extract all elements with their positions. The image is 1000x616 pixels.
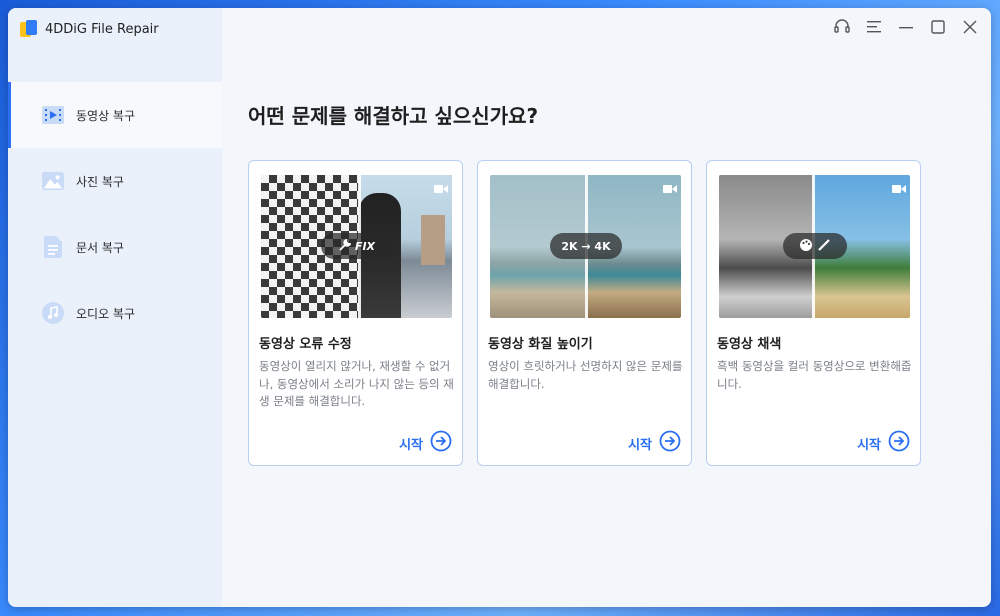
start-button[interactable]: 시작: [857, 430, 910, 456]
colorize-overlay-badge: [783, 233, 847, 259]
card-description: 영상이 흐릿하거나 선명하지 않은 문제를 해결합니다.: [488, 359, 683, 391]
start-button[interactable]: 시작: [628, 430, 681, 456]
overlay-text: FIX: [354, 239, 376, 253]
maximize-icon[interactable]: [929, 18, 947, 36]
photo-icon: [42, 170, 64, 192]
app-window: 4DDiG File Repair 동영상 복구 사진 복구 문서 복구 오디오…: [8, 8, 991, 607]
arrow-right-circle-icon: [430, 430, 452, 456]
sidebar-item-label: 문서 복구: [76, 240, 124, 255]
card-video-colorize[interactable]: 동영상 채색 흑백 동영상을 컬러 동영상으로 변환해줍니다. 시작: [706, 160, 921, 466]
start-button[interactable]: 시작: [399, 430, 452, 456]
card-thumbnail: 2K → 4K: [490, 175, 681, 318]
arrow-right-circle-icon: [888, 430, 910, 456]
sidebar-item-label: 사진 복구: [76, 174, 124, 189]
card-video-enhance[interactable]: 2K → 4K 동영상 화질 높이기 영상이 흐릿하거나 선명하지 않은 문제를…: [477, 160, 692, 466]
sidebar-item-audio-repair[interactable]: 오디오 복구: [8, 280, 222, 346]
sidebar-item-label: 오디오 복구: [76, 306, 136, 321]
card-description: 흑백 동영상을 컬러 동영상으로 변환해줍니다.: [717, 359, 912, 391]
card-title: 동영상 화질 높이기: [488, 337, 593, 352]
sidebar-item-photo-repair[interactable]: 사진 복구: [8, 148, 222, 214]
resolution-overlay-badge: 2K → 4K: [550, 233, 622, 259]
fix-overlay-badge: FIX: [321, 233, 393, 259]
video-camera-icon: [434, 179, 448, 193]
arrow-right-circle-icon: [659, 430, 681, 456]
app-title: 4DDiG File Repair: [20, 20, 159, 38]
support-headset-icon[interactable]: [833, 18, 851, 36]
document-icon: [42, 236, 64, 258]
sidebar-item-label: 동영상 복구: [76, 108, 136, 123]
card-title: 동영상 오류 수정: [259, 337, 352, 352]
card-thumbnail: FIX: [261, 175, 452, 318]
sidebar: 4DDiG File Repair 동영상 복구 사진 복구 문서 복구 오디오…: [8, 8, 222, 607]
wrench-icon: [339, 238, 352, 254]
video-icon: [42, 104, 64, 126]
brush-icon: [817, 238, 831, 255]
close-icon[interactable]: [961, 18, 979, 36]
start-label: 시작: [857, 437, 881, 453]
start-label: 시작: [628, 437, 652, 453]
card-description: 동영상이 열리지 않거나, 재생할 수 없거나, 동영상에서 소리가 나지 않는…: [259, 359, 454, 408]
start-label: 시작: [399, 437, 423, 453]
card-thumbnail: [719, 175, 910, 318]
menu-icon[interactable]: [865, 18, 883, 36]
video-camera-icon: [663, 179, 677, 193]
sidebar-item-document-repair[interactable]: 문서 복구: [8, 214, 222, 280]
palette-icon: [799, 238, 813, 255]
overlay-text: 2K → 4K: [561, 239, 611, 253]
app-name: 4DDiG File Repair: [45, 21, 159, 37]
page-title: 어떤 문제를 해결하고 싶으신가요?: [248, 104, 539, 128]
card-video-error-fix[interactable]: FIX 동영상 오류 수정 동영상이 열리지 않거나, 재생할 수 없거나, 동…: [248, 160, 463, 466]
app-logo-icon: [20, 20, 37, 38]
sidebar-nav: 동영상 복구 사진 복구 문서 복구 오디오 복구: [8, 82, 222, 346]
card-title: 동영상 채색: [717, 337, 782, 352]
video-camera-icon: [892, 179, 906, 193]
minimize-icon[interactable]: [897, 18, 915, 36]
sidebar-item-video-repair[interactable]: 동영상 복구: [8, 82, 222, 148]
audio-icon: [42, 302, 64, 324]
title-bar-controls: [833, 18, 979, 36]
